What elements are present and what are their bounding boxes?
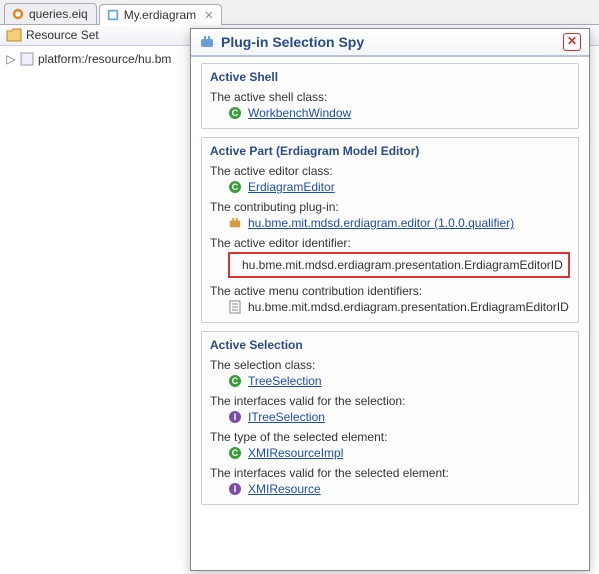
value-row: hu.bme.mit.mdsd.erdiagram.editor (1.0.0.…: [228, 216, 570, 230]
svg-text:C: C: [232, 376, 239, 386]
expand-icon[interactable]: ▷: [6, 52, 16, 66]
resource-set-label: Resource Set: [26, 28, 99, 42]
field-label: The active menu contribution identifiers…: [210, 284, 570, 298]
class-link[interactable]: ErdiagramEditor: [248, 180, 335, 194]
section-active-selection: Active Selection The selection class: C …: [201, 331, 579, 505]
value-row: C XMIResourceImpl: [228, 446, 570, 460]
value-row: C TreeSelection: [228, 374, 570, 388]
field-label: The active shell class:: [210, 90, 570, 104]
highlighted-identifier: x hu.bme.mit.mdsd.erdiagram.presentation…: [228, 252, 570, 278]
value-row: I ITreeSelection: [228, 410, 570, 424]
field-label: The interfaces valid for the selected el…: [210, 466, 570, 480]
class-icon: C: [228, 180, 242, 194]
class-link[interactable]: TreeSelection: [248, 374, 322, 388]
value-row: hu.bme.mit.mdsd.erdiagram.presentation.E…: [228, 300, 570, 314]
section-active-shell: Active Shell The active shell class: C W…: [201, 63, 579, 129]
value-row: C ErdiagramEditor: [228, 180, 570, 194]
interface-icon: I: [228, 482, 242, 496]
tab-erdiagram[interactable]: My.erdiagram ✕: [99, 4, 223, 25]
section-title: Active Part (Erdiagram Model Editor): [210, 144, 570, 158]
field-label: The active editor class:: [210, 164, 570, 178]
field-label: The contributing plug-in:: [210, 200, 570, 214]
plugin-icon: [228, 216, 242, 230]
editor-tab-strip: queries.eiq My.erdiagram ✕: [0, 0, 599, 25]
class-icon: C: [228, 106, 242, 120]
document-icon: [228, 300, 242, 314]
section-title: Active Selection: [210, 338, 570, 352]
field-label: The type of the selected element:: [210, 430, 570, 444]
value-row: I XMIResource: [228, 482, 570, 496]
tab-queries[interactable]: queries.eiq: [4, 3, 97, 24]
class-icon: C: [228, 374, 242, 388]
folder-icon: [6, 28, 22, 42]
dialog-title-bar: Plug-in Selection Spy ✕: [191, 29, 589, 57]
svg-text:C: C: [232, 448, 239, 458]
dialog-title: Plug-in Selection Spy: [221, 34, 364, 50]
plugin-selection-spy-dialog: Plug-in Selection Spy ✕ Active Shell The…: [190, 28, 590, 571]
section-active-part: Active Part (Erdiagram Model Editor) The…: [201, 137, 579, 323]
identifier-value: hu.bme.mit.mdsd.erdiagram.presentation.E…: [242, 258, 563, 272]
class-icon: C: [228, 446, 242, 460]
diagram-file-icon: [106, 8, 120, 22]
tab-label: queries.eiq: [29, 7, 88, 21]
query-file-icon: [11, 7, 25, 21]
class-link[interactable]: XMIResourceImpl: [248, 446, 343, 460]
field-label: The selection class:: [210, 358, 570, 372]
tab-label: My.erdiagram: [124, 8, 196, 22]
dialog-body: Active Shell The active shell class: C W…: [191, 57, 589, 523]
value-row: C WorkbenchWindow: [228, 106, 570, 120]
close-icon[interactable]: ✕: [204, 9, 213, 22]
svg-text:I: I: [234, 412, 237, 422]
interface-link[interactable]: ITreeSelection: [248, 410, 325, 424]
field-label: The interfaces valid for the selection:: [210, 394, 570, 408]
plugin-link[interactable]: hu.bme.mit.mdsd.erdiagram.editor (1.0.0.…: [248, 216, 514, 230]
close-button[interactable]: ✕: [563, 33, 581, 51]
interface-icon: I: [228, 410, 242, 424]
interface-link[interactable]: XMIResource: [248, 482, 321, 496]
class-link[interactable]: WorkbenchWindow: [248, 106, 351, 120]
section-title: Active Shell: [210, 70, 570, 84]
svg-text:C: C: [232, 182, 239, 192]
tree-item-label: platform:/resource/hu.bm: [38, 52, 171, 66]
field-label: The active editor identifier:: [210, 236, 570, 250]
identifier-value: hu.bme.mit.mdsd.erdiagram.presentation.E…: [248, 300, 569, 314]
plugin-icon: [199, 34, 215, 50]
svg-text:I: I: [234, 484, 237, 494]
resource-file-icon: [20, 52, 34, 66]
svg-text:C: C: [232, 108, 239, 118]
